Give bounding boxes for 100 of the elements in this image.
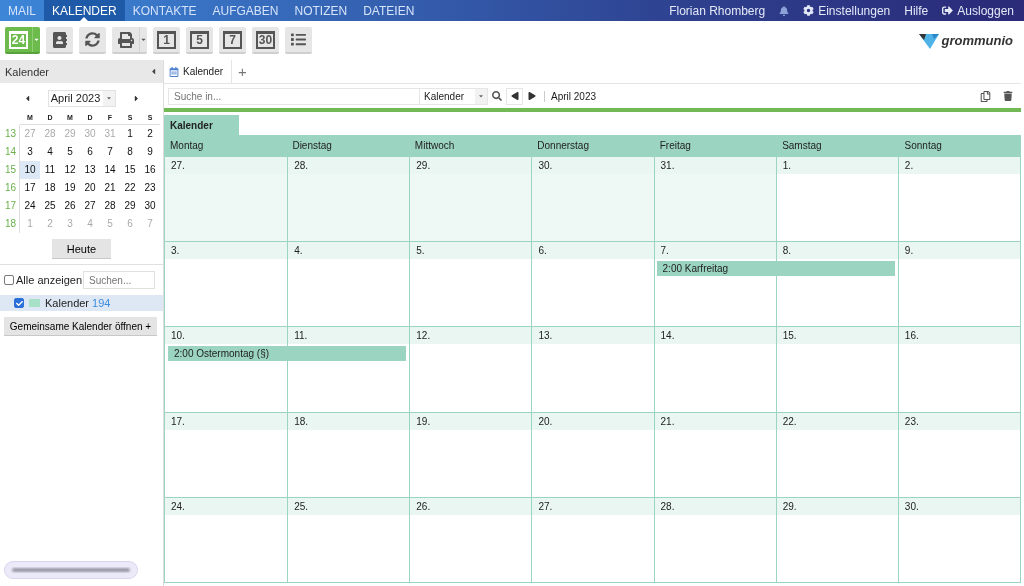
today-button[interactable]: Heute bbox=[52, 239, 111, 259]
refresh-icon bbox=[85, 32, 100, 47]
calendar-view-icon: 1 bbox=[157, 30, 176, 49]
day-number: 31. bbox=[654, 157, 776, 174]
previous-period-button[interactable] bbox=[506, 87, 523, 105]
mini-calendar-day[interactable]: 27 bbox=[80, 197, 100, 215]
search-field[interactable]: Suchen... bbox=[83, 271, 155, 289]
mini-calendar-day[interactable]: 17 bbox=[20, 179, 40, 197]
module-tab[interactable]: KALENDER bbox=[44, 0, 125, 21]
calendar-list-item[interactable]: Kalender 194 bbox=[0, 295, 163, 311]
mini-calendar-day[interactable]: 9 bbox=[140, 143, 160, 161]
mini-calendar-day[interactable]: 1 bbox=[120, 125, 140, 143]
day-number: 10. bbox=[165, 327, 288, 345]
calendar-view-icon: 5 bbox=[190, 30, 209, 49]
day-number: 13. bbox=[532, 327, 654, 345]
toolbar-button[interactable] bbox=[46, 27, 73, 54]
mini-calendar-day[interactable]: 19 bbox=[60, 179, 80, 197]
day-number: 28. bbox=[654, 497, 776, 515]
sidebar-title: Kalender bbox=[5, 65, 50, 78]
toolbar-button[interactable] bbox=[112, 27, 147, 54]
toolbar-button[interactable]: 1 bbox=[153, 27, 180, 54]
open-shared-calendars-button[interactable]: Gemeinsame Kalender öffnen + bbox=[4, 317, 157, 336]
day-number: 30. bbox=[898, 497, 1020, 515]
toolbar-button[interactable] bbox=[79, 27, 106, 54]
day-number: 25. bbox=[288, 497, 410, 515]
mini-calendar-day[interactable]: 29 bbox=[120, 197, 140, 215]
day-number: 19. bbox=[410, 412, 532, 430]
day-number: 20. bbox=[532, 412, 654, 430]
logo-text: grommunio bbox=[941, 33, 1013, 48]
mini-calendar-day[interactable]: 4 bbox=[40, 143, 60, 161]
module-tab[interactable]: NOTIZEN bbox=[286, 0, 356, 21]
calendar-view-icon: 30 bbox=[256, 30, 275, 49]
toolbar-button[interactable]: 5 bbox=[186, 27, 213, 54]
show-all-checkbox[interactable]: Alle anzeigen bbox=[4, 274, 83, 286]
mini-calendar-day[interactable]: 15 bbox=[120, 161, 140, 179]
toolbar-button[interactable]: 7 bbox=[219, 27, 246, 54]
day-number: 7. bbox=[654, 242, 776, 260]
mini-calendar-day[interactable]: 21 bbox=[100, 179, 120, 197]
mini-calendar-day[interactable]: 22 bbox=[120, 179, 140, 197]
search-field[interactable]: Suche in... bbox=[168, 87, 420, 105]
week-number: 16 bbox=[2, 179, 20, 197]
day-number: 28. bbox=[288, 157, 410, 174]
weekday-label: Freitag bbox=[658, 139, 692, 153]
mini-calendar-day[interactable]: 13 bbox=[80, 161, 100, 179]
module-tab[interactable]: DATEIEN bbox=[355, 0, 423, 21]
day-number: 24. bbox=[165, 497, 288, 515]
day-number: 29. bbox=[410, 157, 532, 174]
day-number: 30. bbox=[532, 157, 654, 174]
mini-calendar-day[interactable]: 2 bbox=[140, 125, 160, 143]
weekday-label: Donnerstag bbox=[536, 139, 590, 153]
week-number: 17 bbox=[2, 197, 20, 215]
add-tab-button[interactable]: + bbox=[232, 60, 253, 83]
bell-icon[interactable] bbox=[779, 5, 790, 16]
mini-calendar-day[interactable]: 11 bbox=[40, 161, 60, 179]
gear-icon bbox=[803, 5, 815, 16]
mini-calendar-day[interactable]: 7 bbox=[100, 143, 120, 161]
calendar-name: Kalender 194 bbox=[45, 297, 111, 309]
day-number: 18. bbox=[288, 412, 410, 430]
mini-calendar-day[interactable]: 28 bbox=[100, 197, 120, 215]
mini-calendar-day[interactable]: 3 bbox=[20, 143, 40, 161]
calendar-checkbox[interactable] bbox=[14, 298, 24, 308]
mini-calendar-day[interactable]: 16 bbox=[140, 161, 160, 179]
day-number: 3. bbox=[165, 242, 288, 260]
printer-icon bbox=[117, 31, 134, 48]
day-number: 29. bbox=[776, 497, 898, 515]
mini-calendar-day[interactable]: 14 bbox=[100, 161, 120, 179]
mini-calendar-day[interactable]: 20 bbox=[80, 179, 100, 197]
week-number: 14 bbox=[2, 143, 20, 161]
logout-link[interactable]: Ausloggen bbox=[942, 3, 1014, 18]
week-number: 13 bbox=[2, 125, 20, 143]
logout-icon bbox=[942, 5, 954, 16]
search-scope-dropdown[interactable]: Kalender bbox=[420, 87, 488, 105]
settings-link[interactable]: Einstellungen bbox=[803, 3, 891, 18]
toolbar-button[interactable] bbox=[285, 27, 312, 54]
mini-calendar-day[interactable]: 30 bbox=[140, 197, 160, 215]
month-picker[interactable]: April 2023 bbox=[47, 89, 116, 107]
mini-calendar-day[interactable]: 26 bbox=[60, 197, 80, 215]
day-number: 23. bbox=[898, 412, 1020, 430]
address-book-icon bbox=[51, 31, 68, 48]
help-link[interactable]: Hilfe bbox=[904, 3, 929, 18]
collapse-icon[interactable] bbox=[149, 67, 158, 76]
day-number: 15. bbox=[776, 327, 898, 345]
mini-calendar-day[interactable]: 18 bbox=[40, 179, 60, 197]
module-tab[interactable]: KONTAKTE bbox=[124, 0, 205, 21]
mini-calendar-day[interactable]: 6 bbox=[80, 143, 100, 161]
user-name[interactable]: Florian Rhomberg bbox=[669, 3, 766, 18]
day-number: 27. bbox=[165, 157, 288, 174]
day-number: 5. bbox=[410, 242, 532, 260]
module-tab[interactable]: AUFGABEN bbox=[204, 0, 287, 21]
mini-calendar-day[interactable]: 24 bbox=[20, 197, 40, 215]
mini-calendar-day[interactable]: 25 bbox=[40, 197, 60, 215]
mini-calendar-day[interactable]: 23 bbox=[140, 179, 160, 197]
day-number: 1. bbox=[776, 157, 898, 174]
mini-calendar-day[interactable]: 12 bbox=[60, 161, 80, 179]
toolbar-button[interactable]: 30 bbox=[252, 27, 279, 54]
mini-calendar-day[interactable]: 5 bbox=[60, 143, 80, 161]
logo-icon bbox=[917, 31, 940, 50]
mini-calendar-day[interactable]: 8 bbox=[120, 143, 140, 161]
day-number: 21. bbox=[654, 412, 776, 430]
mini-calendar-day[interactable]: 10 bbox=[20, 161, 40, 179]
